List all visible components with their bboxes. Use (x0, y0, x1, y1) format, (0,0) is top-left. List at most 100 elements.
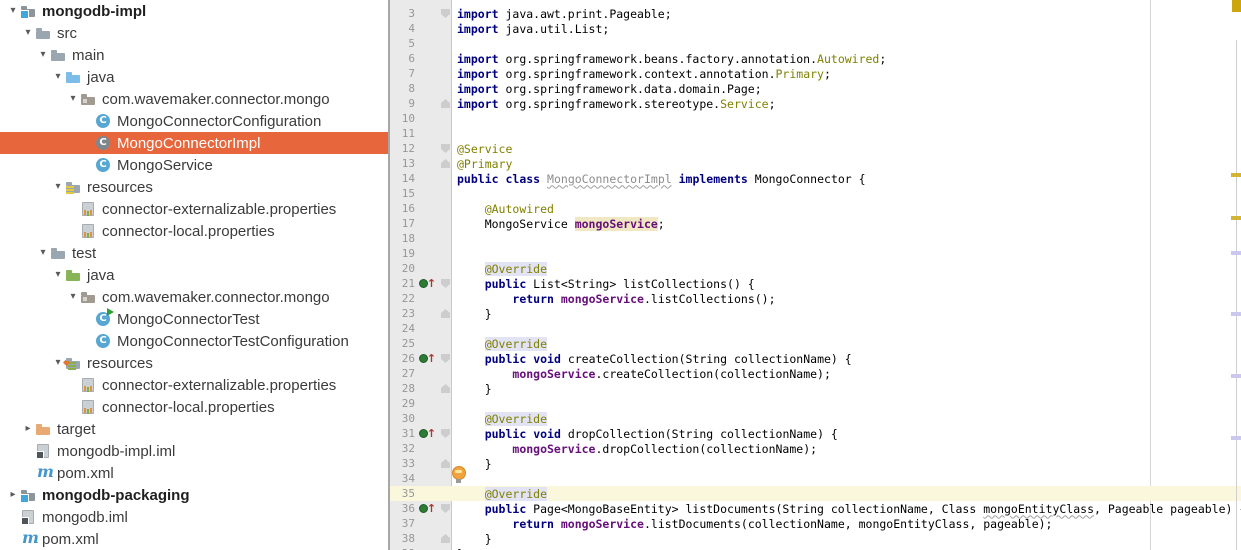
fold-marker-icon[interactable] (441, 534, 450, 543)
error-stripe[interactable] (1230, 0, 1241, 550)
code-line-36[interactable]: 36↑ public Page<MongoBaseEntity> listDoc… (390, 501, 1241, 516)
code-line-21[interactable]: 21↑ public List<String> listCollections(… (390, 276, 1241, 291)
overrides-method-icon[interactable]: ↑ (419, 503, 436, 514)
fold-marker-icon[interactable] (441, 159, 450, 168)
code-line-39[interactable]: 39} (390, 546, 1241, 550)
code-line-31[interactable]: 31↑ public void dropCollection(String co… (390, 426, 1241, 441)
tree-row-com-wavemaker-connector-mongo[interactable]: ▾com.wavemaker.connector.mongo (0, 286, 388, 308)
code-line-28[interactable]: 28 } (390, 381, 1241, 396)
collapse-arrow-icon[interactable]: ▾ (66, 286, 80, 308)
code-line-13[interactable]: 13@Primary (390, 156, 1241, 171)
collapse-arrow-icon[interactable]: ▾ (51, 264, 65, 286)
code-text[interactable]: mongoService.createCollection(collection… (454, 367, 831, 381)
tree-row-java[interactable]: ▾java (0, 66, 388, 88)
code-text[interactable]: @Service (454, 142, 512, 156)
code-text[interactable]: return mongoService.listCollections(); (454, 292, 776, 306)
overrides-method-icon[interactable]: ↑ (419, 353, 436, 364)
collapse-arrow-icon[interactable]: ▾ (51, 176, 65, 198)
tree-row-test[interactable]: ▾test (0, 242, 388, 264)
fold-marker-icon[interactable] (441, 354, 450, 363)
code-line-16[interactable]: 16 @Autowired (390, 201, 1241, 216)
code-line-8[interactable]: 8import org.springframework.data.domain.… (390, 81, 1241, 96)
code-line-14[interactable]: 14public class MongoConnectorImpl implem… (390, 171, 1241, 186)
expand-arrow-icon[interactable]: ▸ (6, 484, 20, 506)
code-line-37[interactable]: 37 return mongoService.listDocuments(col… (390, 516, 1241, 531)
tree-row-mongodb-packaging[interactable]: ▸mongodb-packaging (0, 484, 388, 506)
code-text[interactable]: @Primary (454, 157, 512, 171)
code-line-30[interactable]: 30 @Override (390, 411, 1241, 426)
tree-row-resources[interactable]: ▾resources (0, 352, 388, 374)
tree-row-pom-xml[interactable]: pom.xml (0, 528, 388, 550)
tree-row-connector-externalizable-properties[interactable]: connector-externalizable.properties (0, 198, 388, 220)
code-line-35[interactable]: 35 @Override (390, 486, 1241, 501)
code-text[interactable]: } (454, 532, 492, 546)
fold-marker-icon[interactable] (441, 9, 450, 18)
code-text[interactable]: import java.awt.print.Pageable; (454, 7, 672, 21)
tree-row-connector-local-properties[interactable]: connector-local.properties (0, 396, 388, 418)
code-text[interactable]: @Autowired (454, 202, 554, 216)
tree-row-main[interactable]: ▾main (0, 44, 388, 66)
error-stripe-status-icon[interactable] (1232, 0, 1241, 12)
error-stripe-mark[interactable] (1231, 374, 1241, 378)
code-text[interactable]: public void dropCollection(String collec… (454, 427, 838, 441)
code-text[interactable]: public Page<MongoBaseEntity> listDocumen… (454, 502, 1241, 516)
code-text[interactable]: } (454, 547, 464, 550)
code-text[interactable]: public class MongoConnectorImpl implemen… (454, 172, 866, 186)
code-line-7[interactable]: 7import org.springframework.context.anno… (390, 66, 1241, 81)
collapse-arrow-icon[interactable]: ▾ (6, 0, 20, 22)
tree-row-pom-xml[interactable]: pom.xml (0, 462, 388, 484)
tree-row-mongodb-impl-iml[interactable]: mongodb-impl.iml (0, 440, 388, 462)
fold-marker-icon[interactable] (441, 384, 450, 393)
code-text[interactable]: @Override (454, 487, 547, 501)
editor-panel[interactable]: 3import java.awt.print.Pageable;4import … (390, 0, 1241, 550)
code-line-34[interactable]: 34 (390, 471, 1241, 486)
error-stripe-mark[interactable] (1231, 251, 1241, 255)
tree-row-connector-externalizable-properties[interactable]: connector-externalizable.properties (0, 374, 388, 396)
code-text[interactable]: import org.springframework.beans.factory… (454, 52, 886, 66)
tree-row-mongodb-impl[interactable]: ▾mongodb-impl (0, 0, 388, 22)
code-line-18[interactable]: 18 (390, 231, 1241, 246)
fold-marker-icon[interactable] (441, 429, 450, 438)
code-text[interactable]: return mongoService.listDocuments(collec… (454, 517, 1052, 531)
overrides-method-icon[interactable]: ↑ (419, 428, 436, 439)
code-text[interactable]: } (454, 307, 492, 321)
error-stripe-mark[interactable] (1231, 216, 1241, 220)
tree-row-com-wavemaker-connector-mongo[interactable]: ▾com.wavemaker.connector.mongo (0, 88, 388, 110)
code-line-20[interactable]: 20 @Override (390, 261, 1241, 276)
code-line-38[interactable]: 38 } (390, 531, 1241, 546)
code-text[interactable]: import org.springframework.data.domain.P… (454, 82, 762, 96)
code-line-33[interactable]: 33 } (390, 456, 1241, 471)
code-text[interactable]: } (454, 382, 492, 396)
collapse-arrow-icon[interactable]: ▾ (51, 66, 65, 88)
collapse-arrow-icon[interactable]: ▾ (66, 88, 80, 110)
code-line-10[interactable]: 10 (390, 111, 1241, 126)
fold-marker-icon[interactable] (441, 144, 450, 153)
code-text[interactable]: @Override (454, 412, 547, 426)
code-text[interactable]: import org.springframework.stereotype.Se… (454, 97, 776, 111)
code-line-22[interactable]: 22 return mongoService.listCollections()… (390, 291, 1241, 306)
code-text[interactable]: @Override (454, 337, 547, 351)
expand-arrow-icon[interactable]: ▸ (21, 418, 35, 440)
tree-row-mongoconnectortest[interactable]: MongoConnectorTest (0, 308, 388, 330)
code-line-17[interactable]: 17 MongoService mongoService; (390, 216, 1241, 231)
error-stripe-mark[interactable] (1231, 436, 1241, 440)
tree-row-src[interactable]: ▾src (0, 22, 388, 44)
code-text[interactable]: @Override (454, 262, 547, 276)
code-line-26[interactable]: 26↑ public void createCollection(String … (390, 351, 1241, 366)
code-line-9[interactable]: 9import org.springframework.stereotype.S… (390, 96, 1241, 111)
tree-row-connector-local-properties[interactable]: connector-local.properties (0, 220, 388, 242)
collapse-arrow-icon[interactable]: ▾ (36, 44, 50, 66)
code-line-25[interactable]: 25 @Override (390, 336, 1241, 351)
tree-row-mongoconnectortestconfiguration[interactable]: MongoConnectorTestConfiguration (0, 330, 388, 352)
overrides-method-icon[interactable]: ↑ (419, 278, 436, 289)
fold-marker-icon[interactable] (441, 99, 450, 108)
tree-row-mongoconnectorimpl[interactable]: MongoConnectorImpl (0, 132, 388, 154)
fold-marker-icon[interactable] (441, 504, 450, 513)
code-line-15[interactable]: 15 (390, 186, 1241, 201)
tree-row-mongoconnectorconfiguration[interactable]: MongoConnectorConfiguration (0, 110, 388, 132)
code-line-27[interactable]: 27 mongoService.createCollection(collect… (390, 366, 1241, 381)
code-line-29[interactable]: 29 (390, 396, 1241, 411)
code-text[interactable]: public List<String> listCollections() { (454, 277, 755, 291)
fold-marker-icon[interactable] (441, 309, 450, 318)
code-line-12[interactable]: 12@Service (390, 141, 1241, 156)
